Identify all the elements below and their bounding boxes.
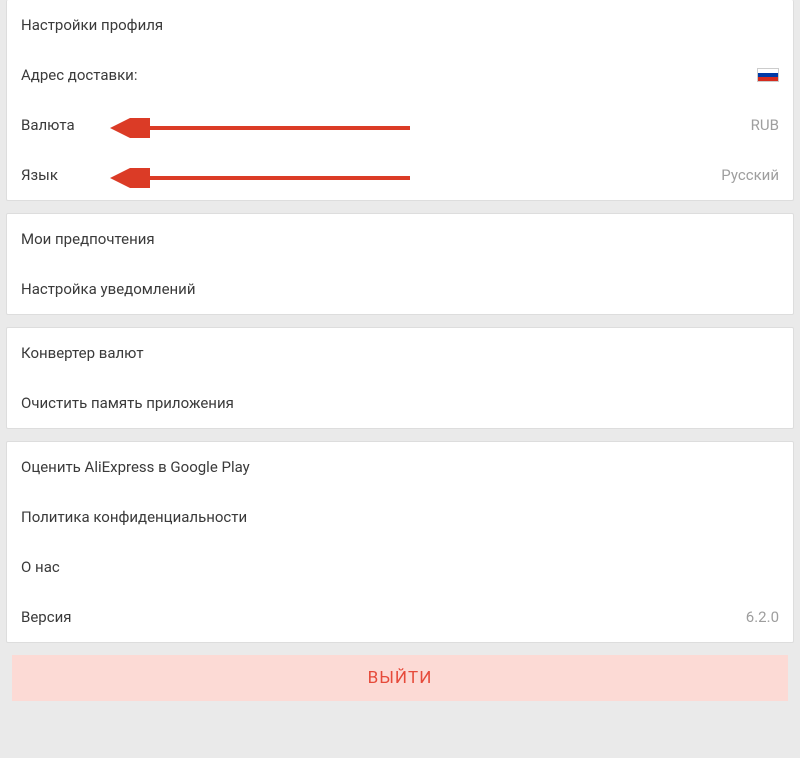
label-rate-app: Оценить AliExpress в Google Play bbox=[21, 458, 250, 476]
label-shipping-address: Адрес доставки: bbox=[21, 66, 137, 84]
group-tools: Конвертер валют Очистить память приложен… bbox=[6, 327, 794, 429]
group-profile: Настройки профиля Адрес доставки: Валюта… bbox=[6, 0, 794, 201]
label-about-us: О нас bbox=[21, 558, 60, 576]
group-prefs: Мои предпочтения Настройка уведомлений bbox=[6, 213, 794, 315]
value-language: Русский bbox=[721, 166, 779, 184]
label-currency-converter: Конвертер валют bbox=[21, 344, 144, 362]
group-about: Оценить AliExpress в Google Play Политик… bbox=[6, 441, 794, 643]
row-version: Версия 6.2.0 bbox=[7, 592, 793, 642]
label-notification-settings: Настройка уведомлений bbox=[21, 280, 196, 298]
row-profile-settings[interactable]: Настройки профиля bbox=[7, 0, 793, 50]
label-profile-settings: Настройки профиля bbox=[21, 16, 163, 34]
row-shipping-address[interactable]: Адрес доставки: bbox=[7, 50, 793, 100]
row-language[interactable]: Язык Русский bbox=[7, 150, 793, 200]
label-currency: Валюта bbox=[21, 116, 75, 134]
flag-ru-icon bbox=[757, 68, 779, 82]
row-rate-app[interactable]: Оценить AliExpress в Google Play bbox=[7, 442, 793, 492]
row-clear-cache[interactable]: Очистить память приложения bbox=[7, 378, 793, 428]
label-privacy-policy: Политика конфиденциальности bbox=[21, 508, 247, 526]
logout-button[interactable]: ВЫЙТИ bbox=[12, 655, 788, 701]
logout-label: ВЫЙТИ bbox=[368, 668, 433, 688]
row-notification-settings[interactable]: Настройка уведомлений bbox=[7, 264, 793, 314]
row-currency[interactable]: Валюта RUB bbox=[7, 100, 793, 150]
row-currency-converter[interactable]: Конвертер валют bbox=[7, 328, 793, 378]
row-privacy-policy[interactable]: Политика конфиденциальности bbox=[7, 492, 793, 542]
value-version: 6.2.0 bbox=[746, 608, 779, 626]
label-version: Версия bbox=[21, 608, 71, 626]
row-my-prefs[interactable]: Мои предпочтения bbox=[7, 214, 793, 264]
label-language: Язык bbox=[21, 166, 58, 184]
label-my-prefs: Мои предпочтения bbox=[21, 230, 155, 248]
row-about-us[interactable]: О нас bbox=[7, 542, 793, 592]
label-clear-cache: Очистить память приложения bbox=[21, 394, 234, 412]
value-currency: RUB bbox=[751, 116, 779, 134]
